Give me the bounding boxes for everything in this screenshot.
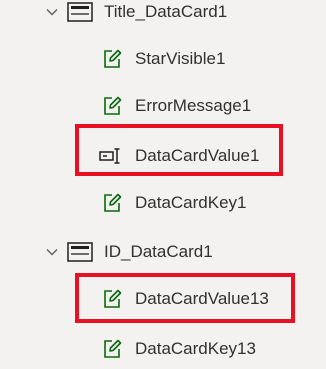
text-input-icon [99,148,120,164]
tree-view: Title_DataCard1 StarVisible1 ErrorMessag… [0,0,326,369]
tree-node-title-datacard1[interactable]: Title_DataCard1 [0,0,326,32]
edit-icon [104,289,122,308]
tree-node-label: DataCardKey13 [135,339,256,358]
tree-node-datacardkey1[interactable]: DataCardKey1 [0,183,326,223]
tree-node-datacardvalue1[interactable]: DataCardValue1 [0,136,326,176]
edit-icon [104,339,122,358]
edit-icon [104,49,122,68]
tree-node-label: Title_DataCard1 [104,2,228,21]
tree-node-datacardvalue13[interactable]: DataCardValue13 [0,279,326,319]
datacard-icon [67,2,93,22]
edit-icon [104,193,122,212]
tree-node-datacardkey13[interactable]: DataCardKey13 [0,329,326,369]
tree-node-starvisible1[interactable]: StarVisible1 [0,39,326,79]
tree-node-label: StarVisible1 [135,49,226,68]
tree-node-errormessage1[interactable]: ErrorMessage1 [0,86,326,126]
tree-node-label: DataCardValue13 [135,289,269,308]
tree-node-id-datacard1[interactable]: ID_DataCard1 [0,232,326,272]
chevron-down-icon[interactable] [44,244,60,260]
tree-node-label: ErrorMessage1 [135,96,252,115]
edit-icon [104,96,122,115]
chevron-down-icon[interactable] [44,4,60,20]
tree-node-label: DataCardValue1 [135,146,260,165]
tree-node-label: ID_DataCard1 [104,242,213,261]
datacard-icon [67,242,93,262]
tree-node-label: DataCardKey1 [135,193,247,212]
